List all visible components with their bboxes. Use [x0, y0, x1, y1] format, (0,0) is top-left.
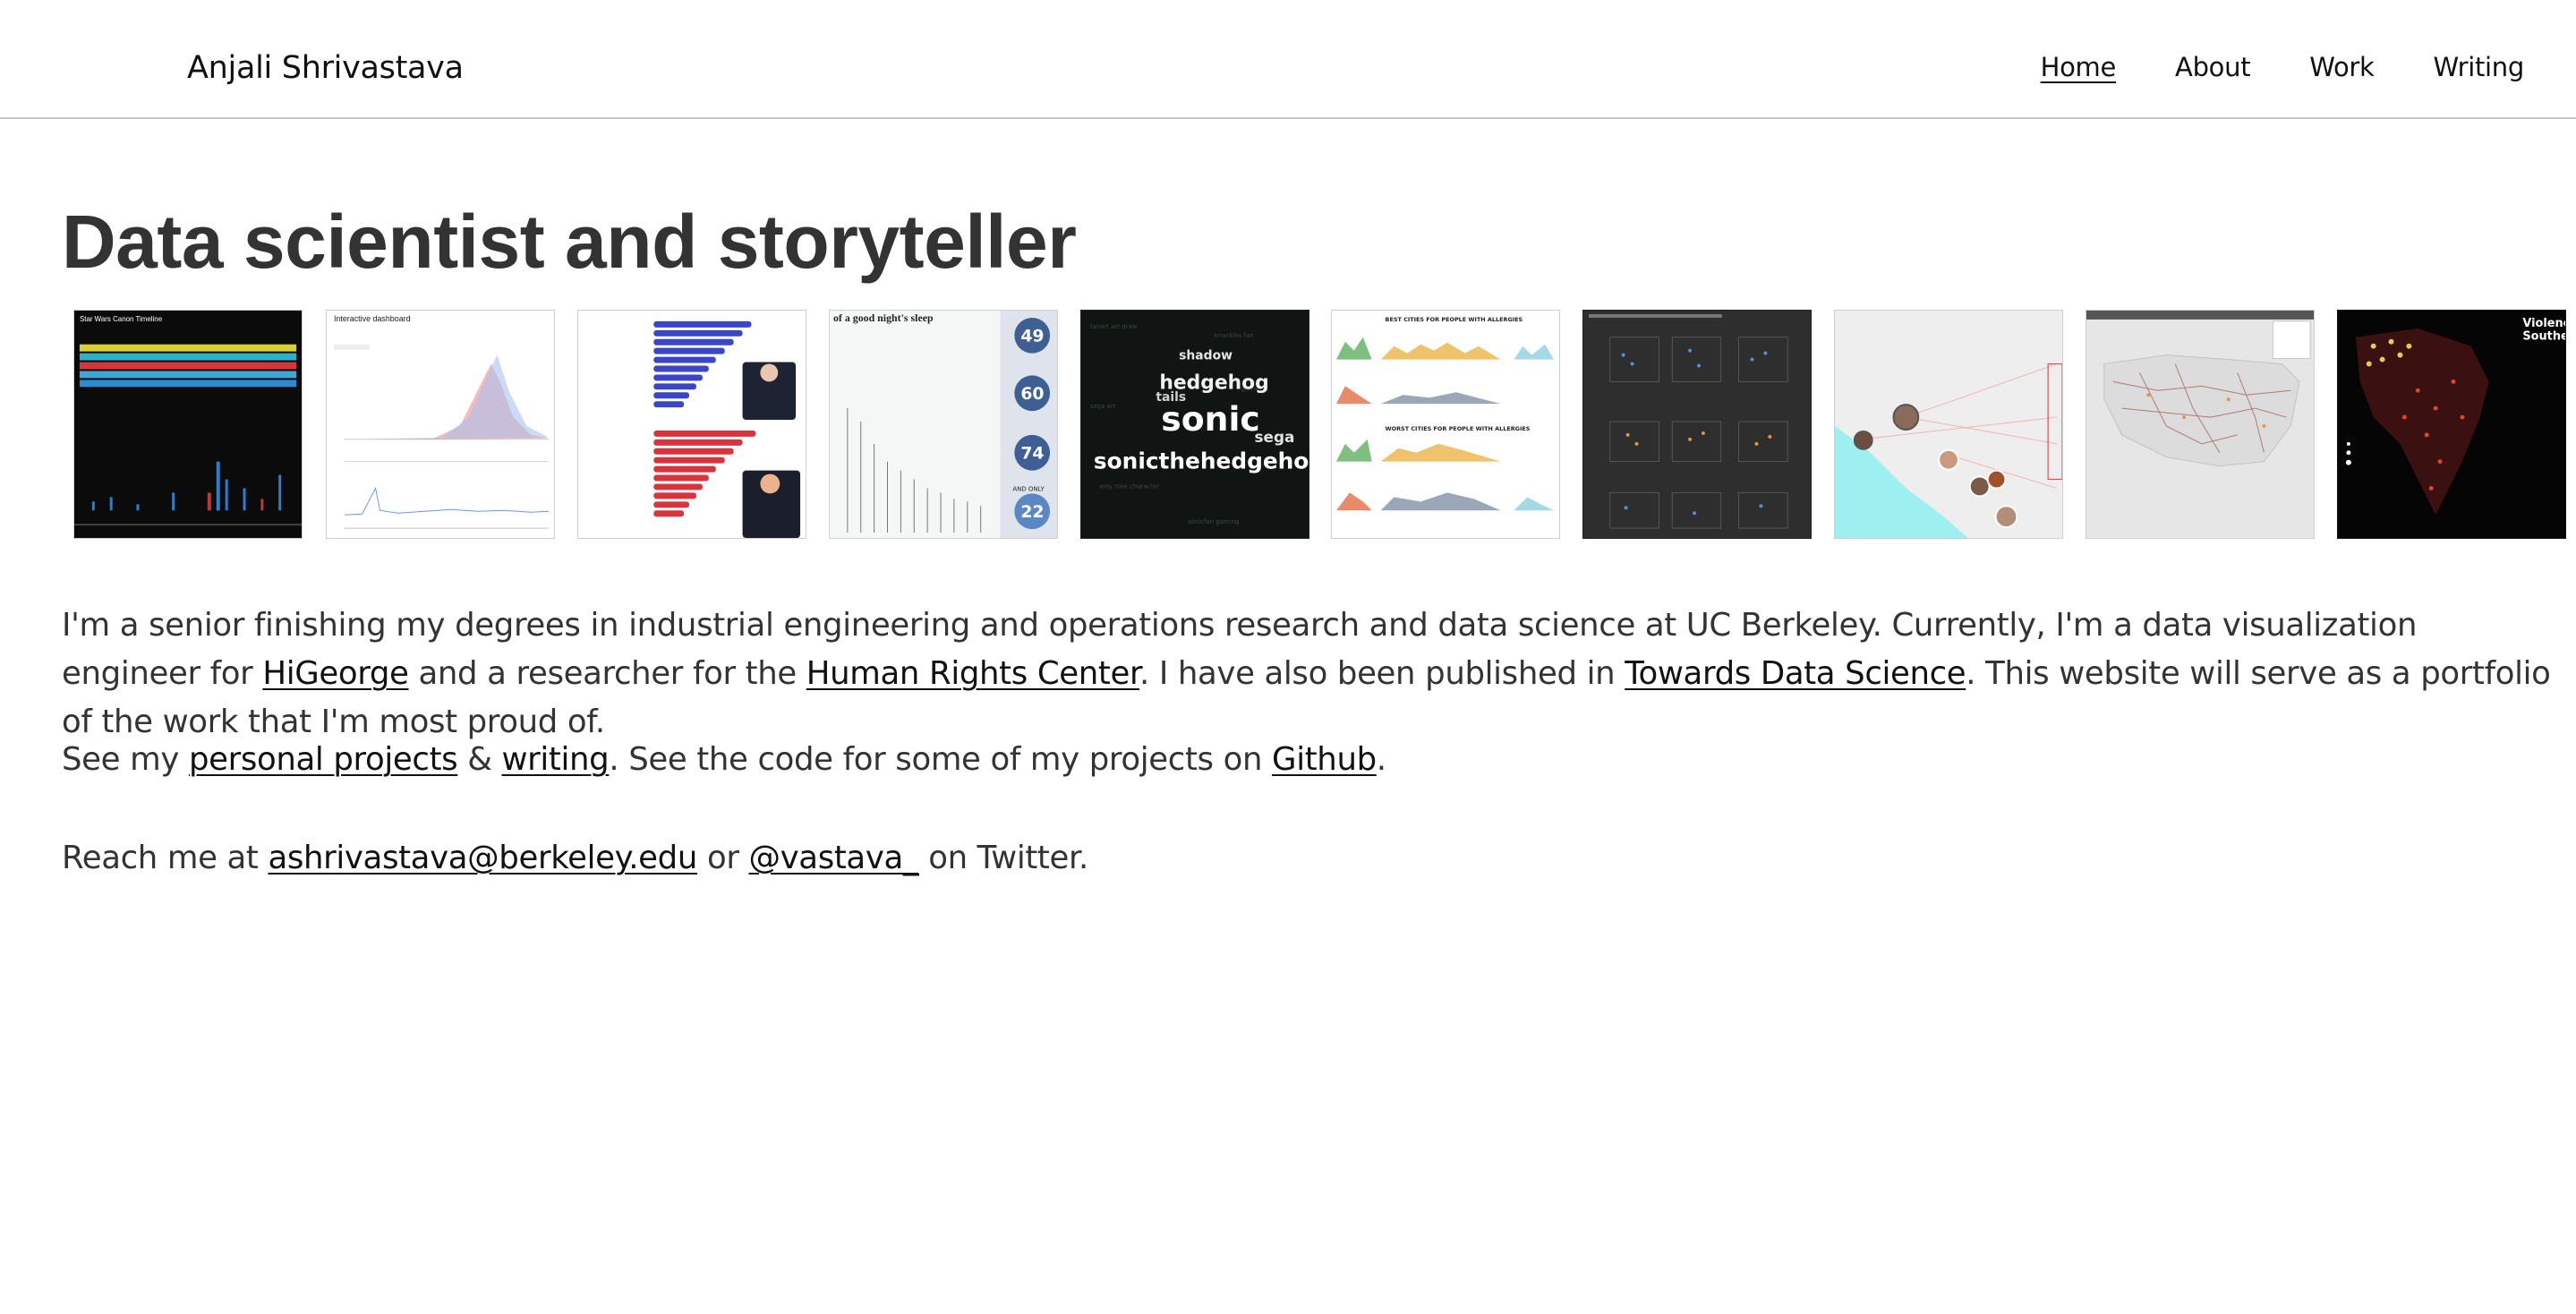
- thumbnail-candidate-bars[interactable]: [577, 310, 806, 539]
- link-towards-data-science[interactable]: Towards Data Science: [1625, 655, 1966, 692]
- svg-text:sonicfan gaming: sonicfan gaming: [1188, 518, 1239, 525]
- nav-writing[interactable]: Writing: [2434, 52, 2525, 82]
- us-routes-map-preview: [2086, 311, 2314, 538]
- la-map-preview: [1835, 311, 2062, 538]
- sleep-stat-2: 60: [1020, 385, 1044, 404]
- violence-map-preview: Violence Southea: [2338, 311, 2565, 538]
- contact-prefix: Reach me at: [62, 840, 269, 876]
- nav-about[interactable]: About: [2175, 52, 2251, 82]
- word-shadow: shadow: [1179, 349, 1233, 363]
- contact-suffix: on Twitter.: [918, 840, 1088, 876]
- link-twitter[interactable]: @vastava_: [749, 840, 919, 876]
- svg-text:fanart art draw: fanart art draw: [1090, 323, 1138, 330]
- thumb-caption-10: Violence: [2522, 317, 2565, 330]
- sonic-wordcloud-preview: fanart art draw knuckles fan amy rose cha…: [1081, 311, 1309, 538]
- allergy-cities-preview: BEST CITIES FOR PEOPLE WITH ALLERGIES WO…: [1332, 311, 1559, 538]
- sleep-stat-4: 22: [1020, 503, 1044, 522]
- projects-middle: . See the code for some of my projects o…: [609, 741, 1273, 778]
- svg-text:sega art: sega art: [1090, 403, 1116, 410]
- nav-work[interactable]: Work: [2309, 52, 2375, 82]
- link-github[interactable]: Github: [1272, 741, 1377, 778]
- site-header: Anjali Shrivastava Home About Work Writi…: [0, 0, 2576, 119]
- thumb-caption-6: BEST CITIES FOR PEOPLE WITH ALLERGIES: [1386, 316, 1523, 323]
- sleep-stat-1: 49: [1020, 328, 1044, 346]
- allergy-worst-title: WORST CITIES FOR PEOPLE WITH ALLERGIES: [1386, 425, 1531, 432]
- thumbnail-us-routes-map[interactable]: [2086, 310, 2315, 539]
- link-human-rights-center[interactable]: Human Rights Center: [806, 655, 1140, 692]
- thumbnail-police-presence[interactable]: [1582, 310, 1812, 539]
- contact-paragraph: Reach me at ashrivastava@berkeley.edu or…: [62, 834, 1088, 883]
- thumbnail-sleep-story[interactable]: of a good night's sleep 49 60 74 AND ONL…: [829, 310, 1058, 539]
- thumbnail-allergy-cities[interactable]: BEST CITIES FOR PEOPLE WITH ALLERGIES WO…: [1331, 310, 1560, 539]
- word-sega: sega: [1254, 428, 1294, 446]
- police-presence-preview: [1583, 311, 1811, 538]
- thumb-caption-4: of a good night's sleep: [833, 311, 934, 324]
- link-personal-projects[interactable]: personal projects: [189, 741, 458, 778]
- main-nav: Home About Work Writing: [2041, 52, 2525, 82]
- projects-suffix: .: [1376, 741, 1386, 778]
- intro-text-2: and a researcher for the: [408, 655, 806, 692]
- candidate-bars-preview: [578, 311, 806, 538]
- contact-middle: or: [697, 840, 749, 876]
- thumb-caption-2: Interactive dashboard: [334, 314, 411, 323]
- projects-paragraph: See my personal projects & writing. See …: [62, 736, 1386, 784]
- sleep-and-only: AND ONLY: [1012, 485, 1045, 492]
- svg-text:knuckles fan: knuckles fan: [1215, 332, 1254, 339]
- project-thumbnail-strip: Star Wars Canon Timeline Interactive das…: [0, 310, 2576, 541]
- link-writing[interactable]: writing: [501, 741, 609, 778]
- intro-text-3: . I have also been published in: [1139, 655, 1625, 692]
- nav-home[interactable]: Home: [2041, 52, 2117, 82]
- page-headline: Data scientist and storyteller: [62, 200, 1077, 284]
- thumbnail-interactive-dashboard[interactable]: Interactive dashboard: [326, 310, 555, 539]
- word-sonicthehedgehog: sonicthehedgeho: [1094, 448, 1309, 474]
- thumbnail-sonic-wordcloud[interactable]: fanart art draw knuckles fan amy rose cha…: [1080, 310, 1309, 539]
- word-sonic: sonic: [1161, 399, 1259, 439]
- thumbnail-la-map[interactable]: [1834, 310, 2063, 539]
- link-higeorge[interactable]: HiGeorge: [262, 655, 409, 692]
- thumbnail-violence-map[interactable]: Violence Southea: [2337, 310, 2566, 539]
- star-wars-timeline-preview: Star Wars Canon Timeline: [74, 311, 302, 538]
- projects-amp: &: [457, 741, 502, 778]
- projects-prefix: See my: [62, 741, 189, 778]
- intro-paragraph: I'm a senior finishing my degrees in ind…: [62, 602, 2559, 747]
- sleep-story-preview: of a good night's sleep 49 60 74 AND ONL…: [830, 311, 1057, 538]
- link-email[interactable]: ashrivastava@berkeley.edu: [268, 840, 697, 876]
- thumb-caption-1: Star Wars Canon Timeline: [80, 315, 163, 323]
- sleep-stat-3: 74: [1020, 445, 1044, 464]
- site-title[interactable]: Anjali Shrivastava: [187, 50, 464, 86]
- svg-text:amy rose character: amy rose character: [1099, 482, 1160, 490]
- thumbnail-star-wars-timeline[interactable]: Star Wars Canon Timeline: [73, 310, 303, 539]
- thumb-caption-10b: Southea: [2522, 330, 2565, 344]
- interactive-dashboard-preview: Interactive dashboard: [327, 311, 554, 538]
